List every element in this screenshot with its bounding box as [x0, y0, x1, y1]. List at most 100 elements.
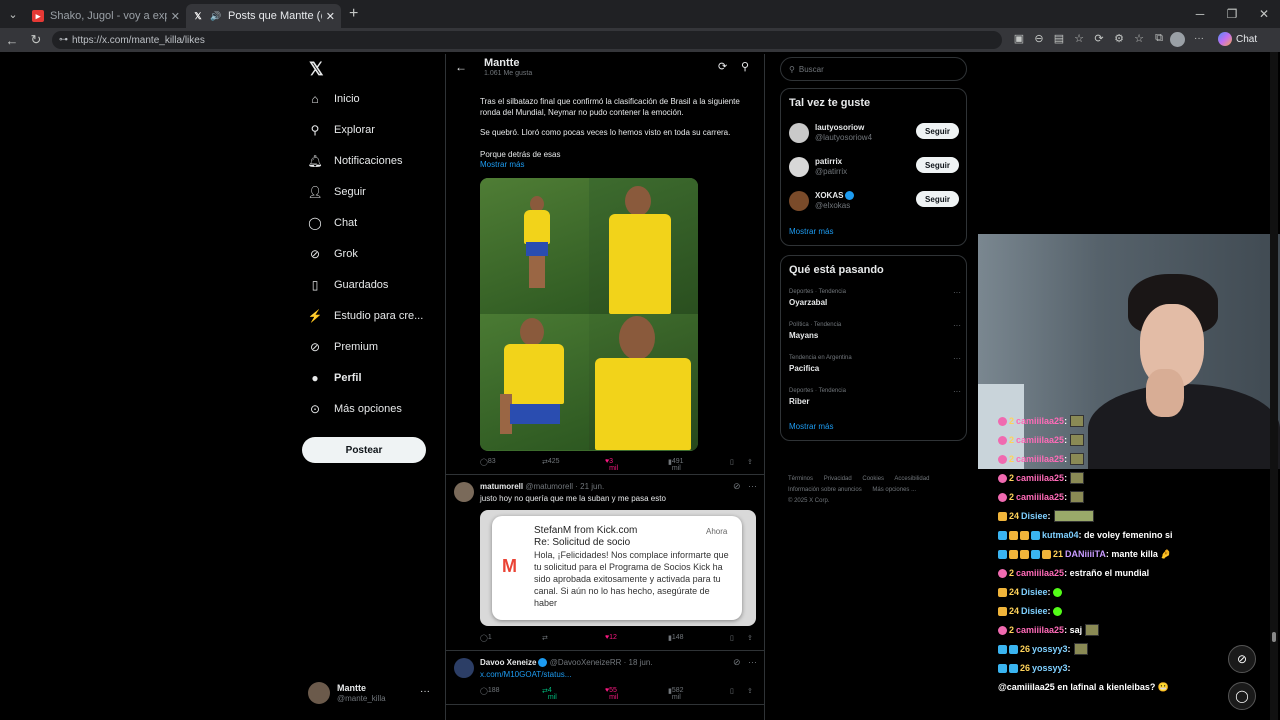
app-icon[interactable]: ▣	[1012, 32, 1026, 45]
views-button[interactable]: ▮ 491 mil	[668, 458, 684, 472]
site-info-icon[interactable]: ⊶	[59, 34, 68, 45]
extensions-icon[interactable]: ⚙	[1112, 32, 1126, 45]
bookmark-icon[interactable]: ▯	[730, 634, 734, 642]
bookmark-icon[interactable]: ▯	[730, 687, 734, 695]
nav-perfil[interactable]: ● Perfil	[308, 371, 361, 385]
search-input[interactable]: ⚲ Buscar	[780, 57, 967, 81]
more-dots-icon[interactable]: ···	[953, 288, 961, 297]
reply-button[interactable]: ◯ 188	[480, 687, 500, 695]
nav-chat[interactable]: ◯ Chat	[308, 216, 357, 230]
close-icon[interactable]: ✕	[326, 10, 335, 23]
more-dots-icon[interactable]: ···	[953, 387, 961, 396]
bookmark-icon[interactable]: ▯	[730, 458, 734, 466]
like-button[interactable]: ♥ 3 mil	[605, 458, 618, 472]
follow-button[interactable]: Seguir	[916, 157, 959, 173]
avatar[interactable]	[454, 482, 474, 502]
like-button[interactable]: ♥ 12	[605, 634, 617, 641]
trend-item[interactable]: Tendencia en Argentina Pacifica ···	[789, 354, 961, 374]
collections-icon[interactable]: ☆	[1132, 32, 1146, 45]
minimize-button[interactable]: ─	[1184, 0, 1216, 28]
scrollbar-thumb[interactable]	[1272, 632, 1276, 642]
share-icon[interactable]: ⇪	[747, 687, 753, 695]
copilot-chat-button[interactable]: Chat	[1218, 32, 1257, 46]
refresh-ext-icon[interactable]: ⟳	[1092, 32, 1106, 45]
back-arrow-icon[interactable]: ←	[455, 60, 467, 74]
kick-logo-button[interactable]: ⊘	[1228, 645, 1256, 673]
footer-link[interactable]: Cookies	[862, 476, 884, 482]
retweet-button[interactable]: ⇄ 4 mil	[542, 687, 557, 701]
share-icon[interactable]: ⇪	[747, 458, 753, 466]
trend-item[interactable]: Deportes · Tendencia Oyarzabal ···	[789, 288, 961, 308]
speaker-icon[interactable]: 🔊	[210, 10, 222, 22]
footer-link[interactable]: Información sobre anuncios	[788, 487, 862, 493]
back-button[interactable]: ←	[0, 33, 24, 48]
zoom-icon[interactable]: ⊖	[1032, 32, 1046, 45]
nav-explorar[interactable]: ⚲ Explorar	[308, 123, 375, 137]
nav-mas-opciones[interactable]: ⊙ Más opciones	[308, 402, 402, 416]
views-button[interactable]: ▮ 148	[668, 634, 684, 642]
post-button[interactable]: Postear	[302, 437, 426, 463]
tab-1[interactable]: ▸ Shako, Jugol - voy a explotar el b ✕	[26, 4, 186, 28]
account-switcher[interactable]: Mantte @mante_killa ···	[308, 681, 440, 705]
share-icon[interactable]: ⇪	[747, 634, 753, 642]
like-button[interactable]: ♥ 55 mil	[605, 687, 618, 701]
suggestion-row[interactable]: XOKAS @elxokas Seguir	[789, 189, 961, 213]
reply-button[interactable]: ◯ 83	[480, 458, 496, 466]
footer-link[interactable]: Términos	[788, 476, 813, 482]
views-button[interactable]: ▮ 582 mil	[668, 687, 684, 701]
profile-avatar[interactable]	[1170, 32, 1185, 47]
tweet-3-author[interactable]: Davoo Xeneize @DavooXeneizeRR · 18 jun.	[480, 658, 653, 668]
nav-guardados[interactable]: ▯ Guardados	[308, 278, 389, 292]
menu-dots-icon[interactable]: ···	[1194, 33, 1204, 44]
url-field[interactable]: ⊶ https://x.com/mante_killa/likes	[52, 31, 1002, 49]
tab-list-button[interactable]: ⌄	[0, 0, 26, 28]
favorite-star-icon[interactable]: ☆	[1072, 32, 1086, 45]
grok-icon[interactable]: ⊘	[733, 481, 741, 492]
retweet-button[interactable]: ⇄ 425	[542, 458, 560, 466]
trend-item[interactable]: Deportes · Tendencia Riber ···	[789, 387, 961, 407]
footer-link[interactable]: Privacidad	[824, 476, 852, 482]
trend-item[interactable]: Política · Tendencia Mayans ···	[789, 321, 961, 341]
show-more-link[interactable]: Mostrar más	[789, 422, 833, 431]
reader-icon[interactable]: ▤	[1052, 32, 1066, 45]
split-icon[interactable]: ⧉	[1152, 32, 1166, 45]
avatar[interactable]	[454, 658, 474, 678]
tweet-2-author[interactable]: matumorell @matumorell · 21 jun.	[480, 482, 604, 491]
follow-button[interactable]: Seguir	[916, 123, 959, 139]
footer-link[interactable]: Accesibilidad	[894, 476, 929, 482]
maximize-button[interactable]: ❐	[1216, 0, 1248, 28]
follow-button[interactable]: Seguir	[916, 191, 959, 207]
close-icon[interactable]: ✕	[171, 10, 180, 23]
chat-bubble-button[interactable]: ◯	[1228, 682, 1256, 710]
footer-link[interactable]: Más opciones ...	[872, 487, 916, 493]
grok-icon[interactable]: ⊘	[733, 657, 741, 668]
page-scrollbar[interactable]	[1270, 52, 1278, 720]
refresh-icon[interactable]: ⟳	[718, 60, 727, 73]
close-window-button[interactable]: ✕	[1248, 0, 1280, 28]
tweet-2-media[interactable]: M StefanM from Kick.com Ahora Re: Solici…	[480, 510, 756, 626]
suggestion-row[interactable]: patirrix @patirrix Seguir	[789, 155, 961, 179]
x-logo-icon[interactable]: 𝕏	[309, 59, 324, 80]
tweet-3-link[interactable]: x.com/M10GOAT/status...	[480, 669, 755, 680]
reload-button[interactable]: ↻	[24, 32, 48, 48]
retweet-button[interactable]: ⇄	[542, 634, 548, 642]
search-icon: ⚲	[310, 123, 320, 137]
nav-premium[interactable]: ⊘ Premium	[308, 340, 378, 354]
tab-2[interactable]: 𝕏 🔊 Posts que Mantte (@mante_k ✕	[186, 4, 341, 28]
suggestion-row[interactable]: lautyosoriow @lautyosoriow4 Seguir	[789, 121, 961, 145]
more-dots-icon[interactable]: ···	[953, 354, 961, 363]
nav-notificaciones[interactable]: 🔔︎ Notificaciones	[307, 154, 402, 168]
nav-seguir[interactable]: 👤︎ Seguir	[307, 185, 365, 199]
reply-button[interactable]: ◯ 1	[480, 634, 492, 642]
new-tab-button[interactable]: +	[349, 5, 358, 23]
nav-grok[interactable]: ⊘ Grok	[308, 247, 358, 261]
search-icon[interactable]: ⚲	[741, 60, 749, 73]
nav-inicio[interactable]: ⌂ Inicio	[308, 92, 359, 106]
tweet-1-photo[interactable]	[480, 178, 698, 451]
more-dots-icon[interactable]: ···	[748, 481, 757, 491]
show-more-link[interactable]: Mostrar más	[480, 159, 755, 170]
show-more-link[interactable]: Mostrar más	[789, 227, 833, 236]
nav-estudio[interactable]: ⚡ Estudio para cre...	[308, 309, 424, 323]
more-dots-icon[interactable]: ···	[748, 657, 757, 667]
more-dots-icon[interactable]: ···	[953, 321, 961, 330]
